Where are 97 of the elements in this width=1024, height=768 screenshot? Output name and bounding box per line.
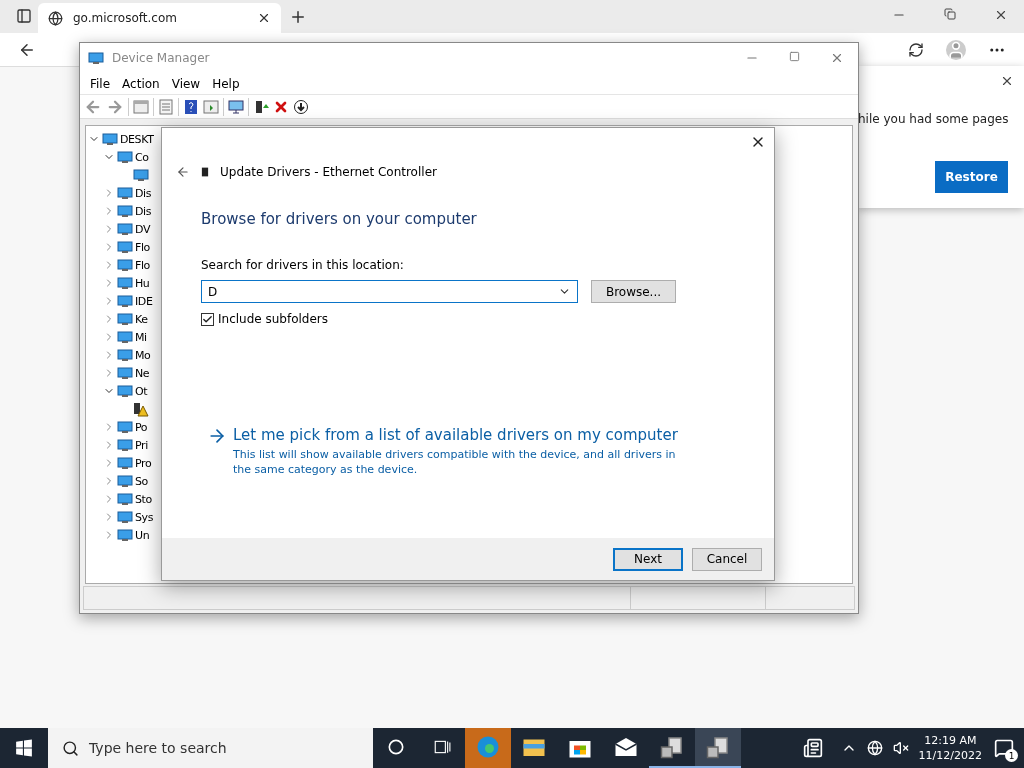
tree-item[interactable]: Pri <box>135 438 148 452</box>
location-combobox[interactable]: D <box>201 280 578 303</box>
tree-item[interactable]: DV <box>135 222 150 236</box>
tree-item[interactable]: Co <box>135 150 149 164</box>
back-icon[interactable] <box>176 165 190 179</box>
search-icon <box>62 739 79 757</box>
close-tab-icon[interactable] <box>257 11 271 25</box>
device-icon <box>133 167 149 183</box>
taskbar-app[interactable] <box>695 728 741 768</box>
profile-icon[interactable] <box>946 39 966 60</box>
tree-item[interactable]: Pro <box>135 456 152 470</box>
close-icon[interactable] <box>994 8 1008 22</box>
close-icon[interactable] <box>1000 74 1014 88</box>
device-icon <box>117 203 133 219</box>
maximize-icon[interactable] <box>789 51 800 62</box>
device-icon <box>117 311 133 327</box>
device-icon <box>117 509 133 525</box>
device-icon <box>117 527 133 543</box>
download-icon[interactable] <box>293 98 309 115</box>
device-icon <box>117 257 133 273</box>
tree-item[interactable]: Hu <box>135 276 150 290</box>
tab-title: go.microsoft.com <box>73 11 178 25</box>
tree-item[interactable]: Ot <box>135 384 148 398</box>
device-icon <box>117 383 133 399</box>
monitor-icon[interactable] <box>228 98 244 115</box>
device-icon <box>117 185 133 201</box>
window-title: Device Manager <box>112 51 211 65</box>
device-icon <box>88 50 104 66</box>
tree-item[interactable]: Dis <box>135 186 152 200</box>
dialog-title: Update Drivers - Ethernet Controller <box>220 165 437 179</box>
dialog-heading: Browse for drivers on your computer <box>201 210 478 228</box>
tree-item[interactable]: Po <box>135 420 148 434</box>
news-icon[interactable] <box>802 738 823 758</box>
checkbox-label: Include subfolders <box>218 312 329 326</box>
tree-item[interactable]: Ne <box>135 366 150 380</box>
device-icon <box>117 365 133 381</box>
dialog-button[interactable]: Cancel <box>692 547 762 571</box>
warning-device-icon <box>133 401 149 417</box>
update-driver-icon[interactable] <box>253 98 269 115</box>
device-icon <box>102 131 118 147</box>
new-tab-icon[interactable] <box>289 8 307 26</box>
include-subfolders-checkbox[interactable] <box>201 312 214 326</box>
tree-item[interactable]: So <box>135 474 148 488</box>
browse-button[interactable]: Browse... <box>591 280 676 303</box>
location-input[interactable]: D <box>208 284 552 299</box>
task-view-icon[interactable] <box>433 738 451 756</box>
device-icon <box>117 329 133 345</box>
tree-item[interactable]: Dis <box>135 204 152 218</box>
tab-actions-icon[interactable] <box>16 8 32 24</box>
device-icon <box>117 239 133 255</box>
menu-item[interactable]: Action <box>116 76 166 91</box>
browser-tab[interactable]: go.microsoft.com <box>38 3 281 33</box>
page-icon <box>48 10 63 26</box>
restore-icon[interactable] <box>944 8 956 20</box>
device-icon <box>117 221 133 237</box>
menu-item[interactable]: File <box>84 76 117 91</box>
browser-icon <box>476 735 500 759</box>
view-icon[interactable] <box>203 98 219 115</box>
mail-icon <box>614 735 638 759</box>
link-description: This list will show available drivers compatible with the device, and all drivers in the same category as the device. <box>233 447 677 477</box>
taskbar-search[interactable]: Type here to search <box>48 728 373 768</box>
device-manager-icon <box>660 735 684 759</box>
device-icon <box>117 293 133 309</box>
tree-item[interactable]: Ke <box>135 312 148 326</box>
search-placeholder: Type here to search <box>89 740 227 756</box>
network-icon[interactable] <box>866 740 883 756</box>
help-icon[interactable] <box>183 98 199 115</box>
tree-item[interactable]: Flo <box>135 258 150 272</box>
restore-button[interactable]: Restore <box>935 161 1008 193</box>
device-icon <box>117 455 133 471</box>
pick-driver-link[interactable]: Let me pick from a list of available drivers on my computer <box>233 426 683 444</box>
menu-item[interactable]: View <box>165 76 207 91</box>
device-icon <box>117 149 133 165</box>
device-icon <box>117 491 133 507</box>
menu-item[interactable]: Help <box>206 76 246 91</box>
tree-item[interactable]: DESKT <box>120 132 154 146</box>
volume-muted-icon[interactable] <box>892 740 909 756</box>
tree-item[interactable]: Mo <box>135 348 151 362</box>
field-label: Search for drivers in this location: <box>201 258 405 272</box>
tree-item[interactable]: IDE <box>135 294 153 308</box>
default-button[interactable]: Next <box>613 547 683 571</box>
device-icon <box>117 473 133 489</box>
device-icon <box>117 275 133 291</box>
popup-message: hile you had some pages <box>858 112 1010 126</box>
device-manager-icon <box>706 735 730 759</box>
tree-item[interactable]: Un <box>135 528 150 542</box>
cortana-icon[interactable] <box>388 739 404 755</box>
windows-start-icon[interactable] <box>15 739 33 757</box>
tree-item[interactable]: Flo <box>135 240 150 254</box>
tree-item[interactable]: Mi <box>135 330 147 344</box>
device-icon <box>117 419 133 435</box>
tree-item[interactable]: Sys <box>135 510 154 524</box>
properties-icon[interactable] <box>133 98 149 115</box>
device-icon <box>117 437 133 453</box>
device-icon <box>117 347 133 363</box>
tree-item[interactable]: Sto <box>135 492 152 506</box>
clock[interactable]: 12:19 AM 11/12/2022 <box>918 733 982 763</box>
